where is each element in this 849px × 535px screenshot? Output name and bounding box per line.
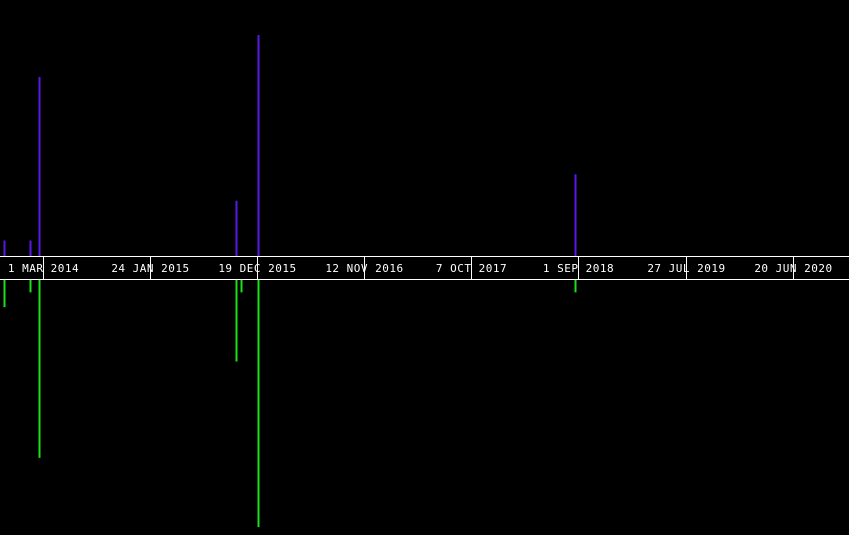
- axis-tick-label: 27 JUL 2019: [647, 262, 725, 275]
- axis-tick-label: 1 MAR 2014: [8, 262, 79, 275]
- axis-tick-label: 1 SEP 2018: [543, 262, 614, 275]
- axis-tick-label: 12 NOV 2016: [325, 262, 403, 275]
- axis-tick-label: 7 OCT 2017: [436, 262, 507, 275]
- axis-tick-label: 20 JUN 2020: [754, 262, 832, 275]
- axis-tick-label: 24 JAN 2015: [111, 262, 189, 275]
- event-bar-chart: 1 MAR 2014 24 JAN 2015 19 DEC 2015 12 NOV 2…: [0, 0, 849, 535]
- axis-tick-label: 19 DEC 2015: [218, 262, 296, 275]
